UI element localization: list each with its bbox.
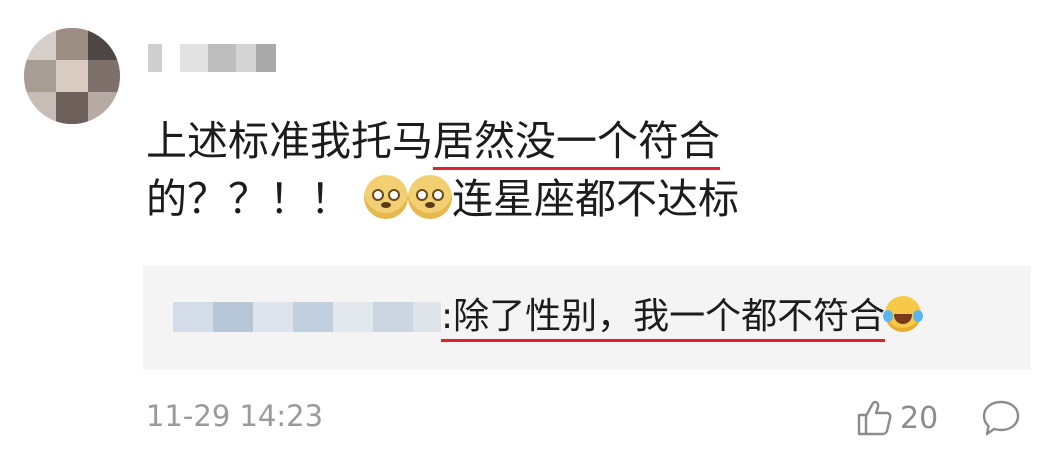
laughing-tears-emoji bbox=[883, 296, 924, 332]
like-button[interactable]: 20 bbox=[856, 396, 938, 440]
reply-text: :除了性别，我一个都不符合 bbox=[441, 292, 924, 342]
timestamp: 11-29 14:23 bbox=[146, 399, 324, 433]
comment-text-part: 连星座都不达标 bbox=[452, 175, 740, 223]
username-blurred[interactable] bbox=[148, 38, 278, 78]
reply-underlined-text: :除了性别，我一个都不符合 bbox=[441, 296, 886, 342]
like-count: 20 bbox=[900, 400, 939, 436]
reply-username-blurred[interactable] bbox=[173, 296, 443, 340]
comment-text-part: 的？？！！ bbox=[146, 175, 351, 223]
comment-text-part: 上述标准我托马 bbox=[146, 117, 433, 165]
thumbs-up-icon bbox=[857, 400, 892, 436]
avatar[interactable] bbox=[24, 28, 120, 124]
comment-underlined-text: 居然没一个符合 bbox=[433, 117, 720, 170]
doge-emoji bbox=[364, 175, 409, 219]
speech-bubble-icon[interactable] bbox=[980, 398, 1022, 438]
doge-emoji bbox=[408, 175, 453, 219]
reply-box[interactable]: :除了性别，我一个都不符合 bbox=[143, 266, 1031, 370]
comment-text: 上述标准我托马居然没一个符合 的？？！！ 连星座都不达标 bbox=[146, 112, 906, 228]
